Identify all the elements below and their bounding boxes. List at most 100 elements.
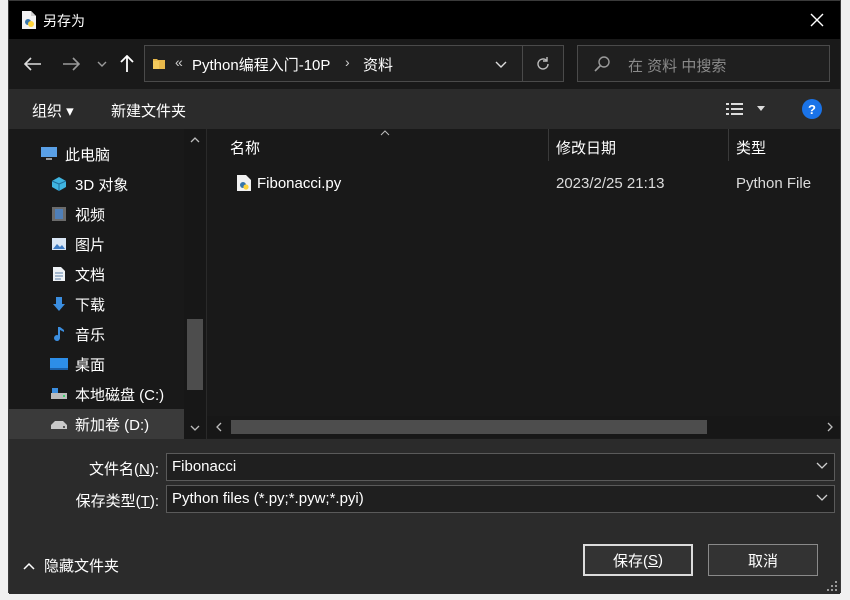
sidebar-item-label: 本地磁盘 (C:) bbox=[75, 386, 165, 404]
address-bar[interactable]: « Python编程入门-10P › 资料 bbox=[144, 45, 564, 82]
nav-pane-scrollbar[interactable] bbox=[184, 129, 206, 439]
breadcrumb-item[interactable]: 资料 bbox=[363, 54, 393, 75]
cube-icon bbox=[50, 175, 68, 193]
breadcrumb-separator[interactable]: › bbox=[345, 54, 350, 70]
file-name: Fibonacci.py bbox=[257, 175, 342, 192]
window-title: 另存为 bbox=[43, 13, 85, 29]
caret-down-icon bbox=[757, 106, 765, 111]
details-view-icon bbox=[726, 103, 743, 115]
arrow-right-icon bbox=[63, 57, 80, 71]
sort-ascending-icon bbox=[380, 130, 390, 136]
music-icon bbox=[50, 325, 68, 343]
cancel-button[interactable]: 取消 bbox=[708, 544, 818, 576]
drive-icon bbox=[50, 415, 68, 433]
save-form: 文件名(N): Fibonacci 保存类型(T): Python files … bbox=[9, 439, 840, 594]
column-divider[interactable] bbox=[548, 129, 549, 161]
sidebar-item-videos[interactable]: 视频 bbox=[9, 199, 206, 229]
chevron-up-icon bbox=[23, 562, 35, 570]
help-button[interactable]: ? bbox=[802, 99, 822, 119]
file-list-scroll-thumb[interactable] bbox=[231, 420, 707, 434]
view-options-button[interactable] bbox=[726, 102, 766, 116]
chevron-down-icon[interactable] bbox=[495, 58, 507, 72]
scroll-right-icon[interactable] bbox=[821, 416, 839, 438]
column-header-name[interactable]: 名称 bbox=[230, 137, 260, 158]
hide-folders-label: 隐藏文件夹 bbox=[44, 558, 120, 575]
file-list-scrollbar[interactable] bbox=[207, 416, 840, 438]
search-icon bbox=[594, 56, 610, 72]
document-icon bbox=[50, 265, 68, 283]
search-placeholder: 在 资料 中搜索 bbox=[628, 58, 727, 75]
sidebar-item-label: 此电脑 bbox=[65, 146, 111, 164]
sidebar-item-label: 音乐 bbox=[75, 326, 106, 344]
filetype-label: 保存类型(T): bbox=[75, 493, 159, 510]
scroll-up-icon[interactable] bbox=[184, 131, 206, 149]
video-icon bbox=[50, 205, 68, 223]
picture-icon bbox=[50, 235, 68, 253]
navigation-pane: 此电脑 3D 对象 视频 图片 文档 下载 音乐 桌面 本地磁盘 (C:) 新加… bbox=[9, 129, 206, 439]
drive-icon bbox=[50, 385, 68, 403]
close-icon bbox=[810, 13, 824, 27]
python-file-icon bbox=[237, 175, 251, 191]
breadcrumb-item[interactable]: Python编程入门-10P bbox=[192, 54, 330, 75]
file-list: 名称 修改日期 类型 Fibonacci.py 2023/2/25 21:13 … bbox=[207, 129, 840, 439]
sidebar-item-this-pc[interactable]: 此电脑 bbox=[9, 139, 206, 169]
organize-menu[interactable]: 组织 ▾ bbox=[32, 100, 74, 121]
sidebar-item-label: 文档 bbox=[75, 266, 106, 284]
hide-folders-toggle[interactable]: 隐藏文件夹 bbox=[23, 555, 119, 576]
chevron-down-icon[interactable] bbox=[816, 462, 828, 470]
save-as-dialog: 另存为 « Python编程入门-10P › 资料 在 资料 中搜索 组织 ▾ … bbox=[8, 0, 841, 594]
folder-icon bbox=[153, 59, 165, 69]
search-box[interactable]: 在 资料 中搜索 bbox=[577, 45, 830, 82]
sidebar-item-documents[interactable]: 文档 bbox=[9, 259, 206, 289]
scroll-down-icon[interactable] bbox=[184, 419, 206, 437]
back-button[interactable] bbox=[23, 51, 43, 77]
filename-field[interactable]: Fibonacci bbox=[166, 453, 835, 481]
python-file-icon bbox=[22, 11, 36, 29]
column-header-type[interactable]: 类型 bbox=[736, 137, 766, 158]
resize-grip-icon[interactable] bbox=[826, 580, 838, 592]
sidebar-item-new-volume-d[interactable]: 新加卷 (D:) bbox=[9, 409, 206, 439]
sidebar-item-pictures[interactable]: 图片 bbox=[9, 229, 206, 259]
sidebar-item-label: 视频 bbox=[75, 206, 106, 224]
chevron-down-icon bbox=[97, 61, 107, 67]
sidebar-item-local-disk-c[interactable]: 本地磁盘 (C:) bbox=[9, 379, 206, 409]
forward-button[interactable] bbox=[61, 51, 81, 77]
sidebar-item-downloads[interactable]: 下载 bbox=[9, 289, 206, 319]
new-folder-button[interactable]: 新建文件夹 bbox=[111, 100, 186, 121]
refresh-icon bbox=[537, 56, 549, 70]
chevron-down-icon[interactable] bbox=[816, 494, 828, 502]
column-header-modified[interactable]: 修改日期 bbox=[556, 137, 616, 158]
sidebar-item-music[interactable]: 音乐 bbox=[9, 319, 206, 349]
computer-icon bbox=[40, 145, 58, 163]
filetype-select[interactable]: Python files (*.py;*.pyw;*.pyi) bbox=[166, 485, 835, 513]
sidebar-item-label: 新加卷 (D:) bbox=[75, 416, 150, 434]
scroll-left-icon[interactable] bbox=[210, 416, 228, 438]
file-modified: 2023/2/25 21:13 bbox=[556, 175, 665, 192]
breadcrumb-overflow[interactable]: « bbox=[175, 54, 183, 70]
navigation-bar: « Python编程入门-10P › 资料 在 资料 中搜索 bbox=[9, 39, 840, 89]
column-divider[interactable] bbox=[728, 129, 729, 161]
arrow-up-icon bbox=[120, 55, 134, 72]
save-button[interactable]: 保存(S) bbox=[583, 544, 693, 576]
refresh-button[interactable] bbox=[522, 46, 563, 81]
command-bar: 组织 ▾ 新建文件夹 ? bbox=[9, 89, 840, 129]
filename-value[interactable]: Fibonacci bbox=[172, 458, 236, 475]
download-icon bbox=[50, 295, 68, 313]
sidebar-item-label: 下载 bbox=[75, 296, 106, 314]
filetype-value: Python files (*.py;*.pyw;*.pyi) bbox=[172, 490, 364, 507]
file-row[interactable]: Fibonacci.py 2023/2/25 21:13 Python File bbox=[207, 169, 840, 199]
sidebar-item-desktop[interactable]: 桌面 bbox=[9, 349, 206, 379]
sidebar-item-label: 3D 对象 bbox=[75, 176, 129, 194]
up-button[interactable] bbox=[118, 51, 136, 77]
arrow-left-icon bbox=[24, 57, 41, 71]
close-button[interactable] bbox=[794, 1, 840, 39]
recent-locations-button[interactable] bbox=[95, 51, 109, 77]
sidebar-item-3d-objects[interactable]: 3D 对象 bbox=[9, 169, 206, 199]
sidebar-item-label: 图片 bbox=[75, 236, 106, 254]
sidebar-item-label: 桌面 bbox=[75, 356, 106, 374]
nav-pane-scroll-thumb[interactable] bbox=[187, 319, 203, 390]
file-type: Python File bbox=[736, 175, 812, 192]
title-bar[interactable]: 另存为 bbox=[9, 1, 840, 39]
desktop-icon bbox=[50, 355, 68, 373]
filename-label: 文件名(N): bbox=[88, 461, 159, 478]
